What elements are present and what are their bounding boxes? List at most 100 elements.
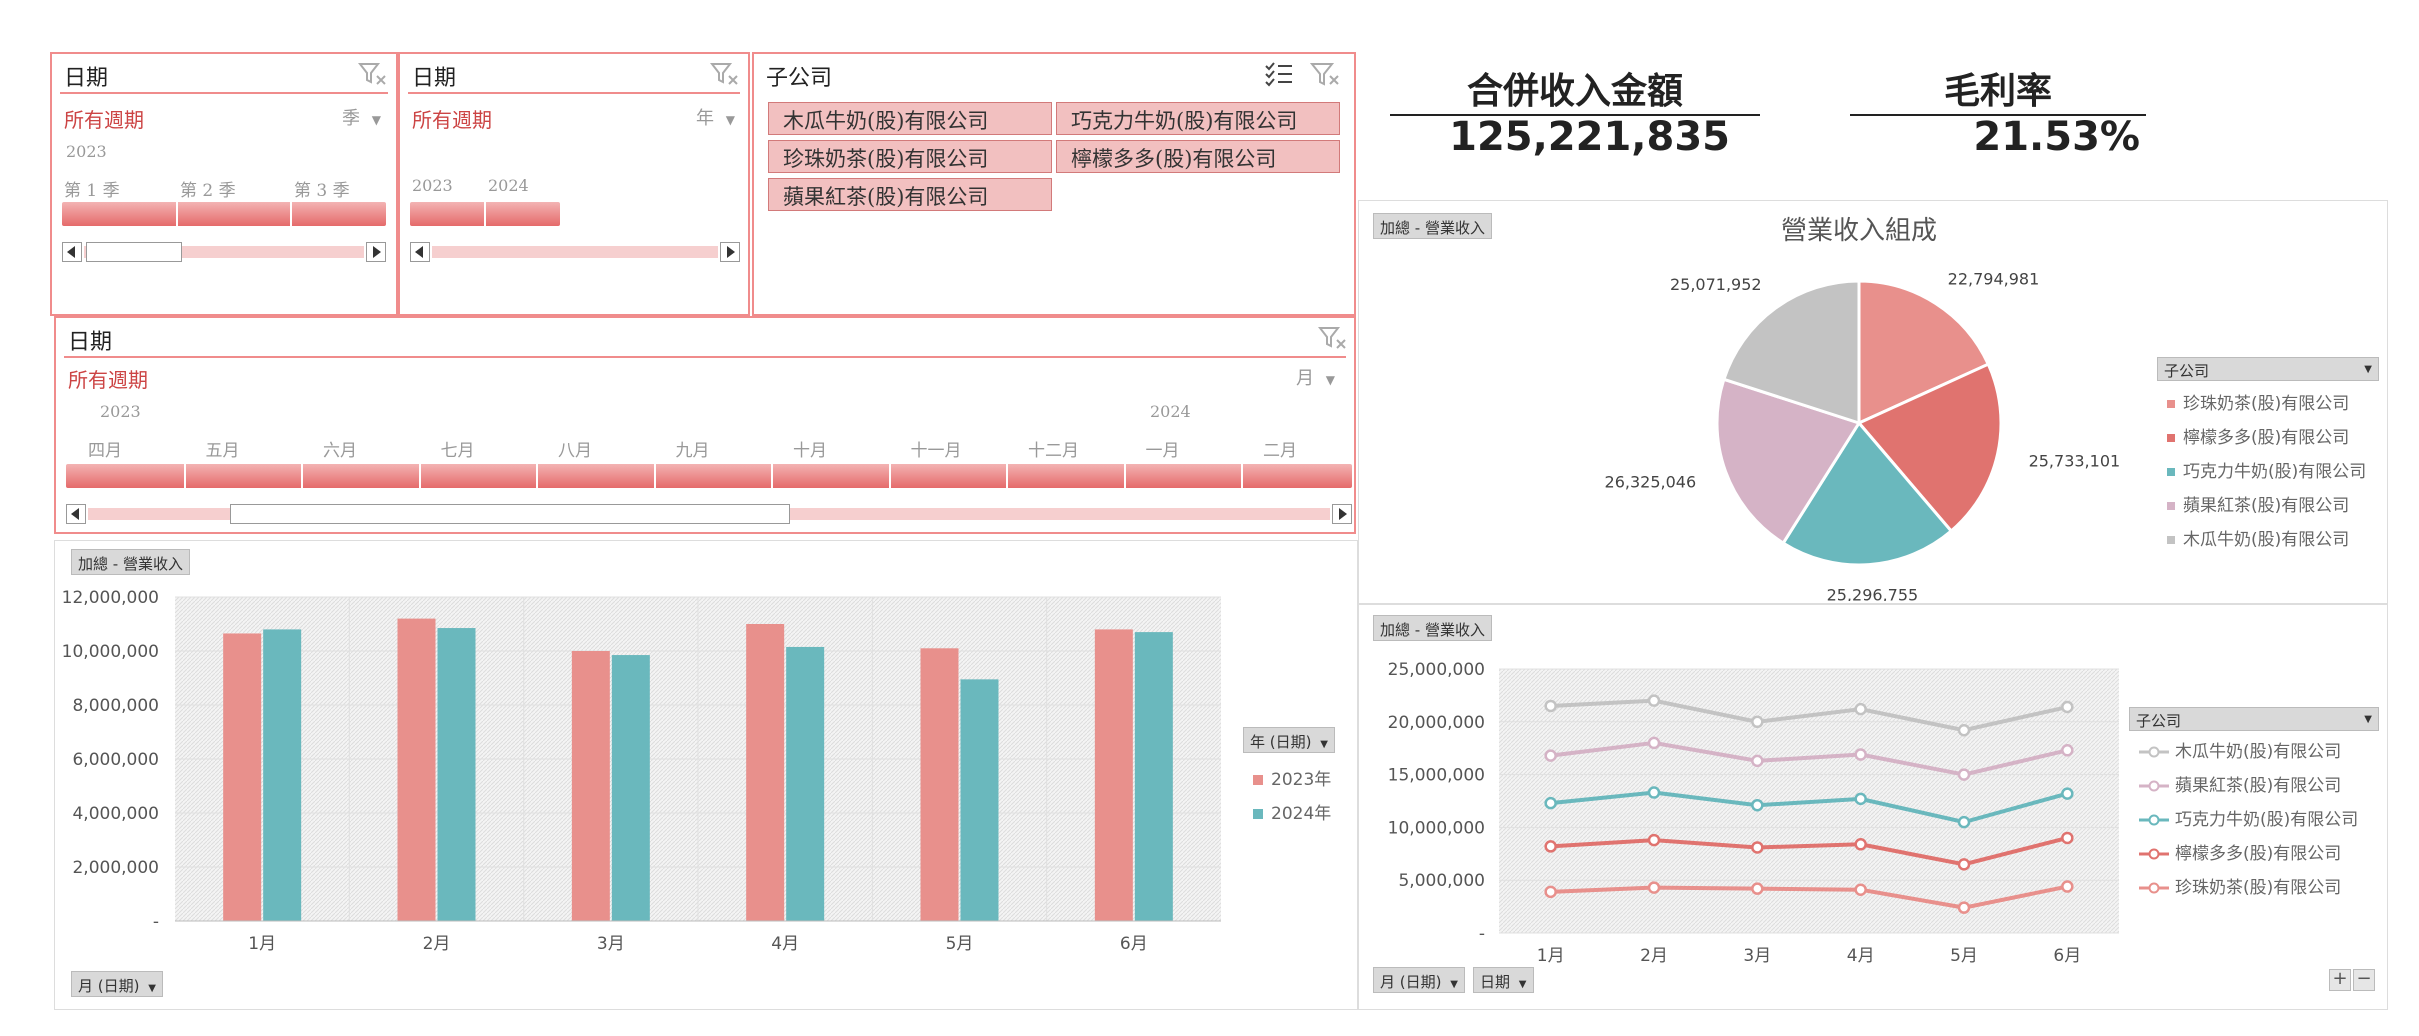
bar-chart: 12,000,000 10,000,000 8,000,000 6,000,000 4,… (62, 588, 1221, 954)
clear-filter-icon[interactable] (710, 60, 740, 88)
legend-field-label: 子公司 (2136, 712, 2182, 730)
legend-item: 巧克力牛奶(股)有限公司 (2139, 805, 2358, 830)
x-tick-label: 3月 (597, 934, 625, 954)
data-point (2061, 744, 2074, 757)
month-tick: 四月 (88, 441, 122, 461)
company-item[interactable]: 檸檬多多(股)有限公司 (1056, 140, 1340, 173)
legend-label: 木瓜牛奶(股)有限公司 (2183, 530, 2350, 550)
legend-field-button[interactable]: 子公司 ▼ (2129, 707, 2379, 731)
scroll-left-button[interactable] (410, 242, 430, 262)
y-tick-label: 5,000,000 (1398, 871, 1485, 891)
month-tick: 五月 (205, 441, 240, 461)
legend-item: 珍珠奶茶(股)有限公司 (2167, 389, 2349, 414)
legend-label: 2023年 (1271, 770, 1332, 790)
bar (397, 618, 436, 921)
scroll-right-button[interactable] (366, 242, 386, 262)
data-label: 25,071,952 (1670, 275, 1762, 294)
axis-field-label: 日期 (1480, 973, 1511, 991)
axis-field-button[interactable]: 月 (日期) ▼ (71, 971, 163, 997)
legend-label: 2024年 (1271, 804, 1332, 824)
timeline-separator (1123, 464, 1126, 488)
timeline-bar[interactable] (410, 202, 560, 226)
quarter-tick: 第 1 季 (64, 181, 120, 201)
legend-line-marker (2139, 780, 2169, 792)
legend-field-label: 子公司 (2164, 362, 2210, 380)
date-slicer-month[interactable]: 日期 所有週期 月 ▼ 2023 2024 四月 五月 六月 七月 八月 九月 十月 十一月 十… (54, 316, 1356, 534)
axis-field-label: 月 (日期) (1380, 973, 1442, 991)
legend-field-button[interactable]: 年 (日期) ▼ (1243, 727, 1335, 753)
data-point (2061, 700, 2074, 714)
axis-field-button[interactable]: 月 (日期) ▼ (1373, 967, 1465, 993)
bar-chart-panel: 加總 - 營業收入 12,000,000 10,000,000 8,000,000 6… (54, 540, 1358, 1010)
company-item[interactable]: 巧克力牛奶(股)有限公司 (1056, 102, 1340, 135)
data-point (2061, 880, 2074, 893)
month-tick: 六月 (323, 441, 357, 461)
revenue-kpi-title: 合併收入金額 (1466, 71, 1683, 112)
company-item[interactable]: 蘋果紅茶(股)有限公司 (768, 178, 1052, 211)
slicer-title: 日期 (412, 66, 457, 91)
data-point (1957, 901, 1971, 914)
legend-swatch (1253, 809, 1263, 819)
data-point (1957, 768, 1971, 781)
month-tick: 二月 (1263, 441, 1297, 461)
arrow-left-icon (71, 508, 79, 520)
company-item[interactable]: 木瓜牛奶(股)有限公司 (768, 102, 1052, 135)
company-slicer[interactable]: 子公司 木瓜牛奶(股)有限公司 巧克力牛奶(股)有限公司 珍珠奶茶(股)有限公司… (752, 52, 1356, 316)
line-chart: 25,000,000 20,000,000 15,000,000 10,000,000… (1388, 660, 2119, 966)
legend-field-button[interactable]: 子公司 ▼ (2157, 357, 2379, 381)
scrollbar-track[interactable] (432, 246, 718, 258)
data-point (1854, 838, 1867, 851)
data-label: 22,794,981 (1948, 269, 2040, 288)
chevron-down-icon: ▼ (725, 113, 735, 127)
chevron-down-icon: ▼ (148, 983, 156, 994)
scroll-right-button[interactable] (1332, 504, 1352, 524)
bar (786, 646, 825, 921)
clear-filter-icon[interactable] (1310, 60, 1340, 88)
date-slicer-quarter[interactable]: 日期 所有週期 季 ▼ 2023 第 1 季 第 2 季 第 3 季 (50, 52, 398, 316)
timeline-bar[interactable] (62, 202, 386, 226)
y-tick-label: 12,000,000 (62, 588, 159, 608)
chevron-down-icon: ▼ (1320, 739, 1328, 750)
zoom-out-button[interactable]: − (2353, 969, 2375, 991)
slicer-title: 日期 (64, 66, 109, 91)
scrollbar-thumb[interactable] (86, 242, 182, 262)
legend-label: 蘋果紅茶(股)有限公司 (2175, 776, 2342, 796)
clear-filter-icon[interactable] (358, 60, 388, 88)
multi-select-icon[interactable] (1264, 60, 1294, 88)
scrollbar-thumb[interactable] (230, 504, 790, 524)
timeline-separator (290, 202, 292, 226)
all-periods-label: 所有週期 (64, 108, 144, 132)
scroll-left-button[interactable] (62, 242, 82, 262)
bar (223, 633, 262, 921)
slicer-divider (60, 92, 388, 94)
data-point (1544, 840, 1557, 853)
timeline-separator (1241, 464, 1243, 488)
data-label: 25,296,755 (1827, 586, 1919, 601)
zoom-in-button[interactable]: + (2329, 969, 2351, 991)
legend-swatch (2167, 400, 2175, 408)
date-slicer-year[interactable]: 日期 所有週期 年 ▼ 2023 2024 (398, 52, 750, 316)
company-item[interactable]: 珍珠奶茶(股)有限公司 (768, 140, 1052, 173)
chevron-down-icon: ▼ (1450, 979, 1458, 990)
month-tick: 九月 (675, 441, 710, 461)
margin-kpi-title: 毛利率 (1943, 71, 2052, 112)
data-point (1544, 699, 1557, 713)
y-tick-label: 8,000,000 (72, 696, 159, 716)
clear-filter-icon[interactable] (1318, 324, 1348, 352)
scroll-left-button[interactable] (66, 504, 86, 524)
scroll-right-button[interactable] (720, 242, 740, 262)
timeline-separator (536, 464, 538, 488)
axis-field-button[interactable]: 日期 ▼ (1473, 967, 1534, 993)
bar (263, 629, 302, 921)
data-point (1647, 694, 1661, 707)
time-level-select[interactable]: 季 ▼ (342, 104, 381, 130)
x-tick-label: 5月 (1950, 946, 1978, 966)
data-point (1647, 881, 1661, 894)
all-periods-label: 所有週期 (412, 108, 492, 132)
timeline-bar[interactable] (66, 464, 1352, 488)
time-level-select[interactable]: 年 ▼ (696, 104, 735, 130)
line-chart-panel: 加總 - 營業收入 25,000,000 20,000,000 15,000,000… (1358, 604, 2388, 1010)
time-level-select[interactable]: 月 ▼ (1296, 364, 1335, 390)
value-field-button[interactable]: 加總 - 營業收入 (71, 549, 190, 575)
data-point (1854, 883, 1867, 896)
